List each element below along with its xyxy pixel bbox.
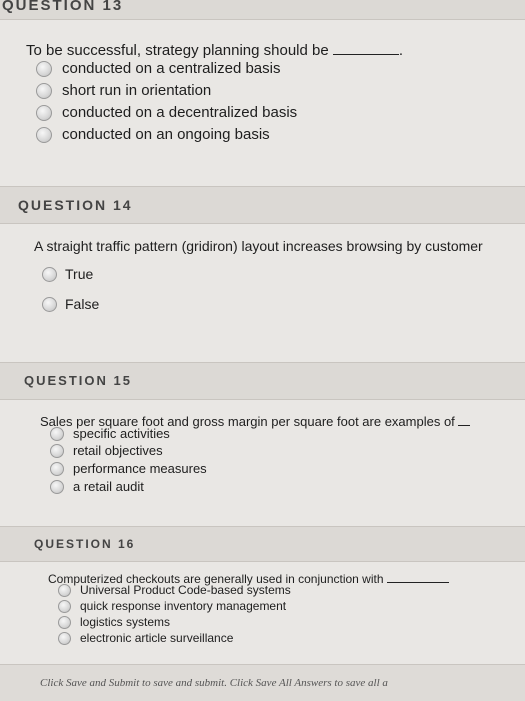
radio-button[interactable]: [42, 296, 57, 312]
radio-button[interactable]: [58, 615, 71, 629]
radio-button[interactable]: [42, 266, 57, 282]
option-q16-c[interactable]: logistics systems: [58, 615, 170, 629]
radio-button[interactable]: [58, 631, 71, 645]
radio-button[interactable]: [50, 443, 64, 458]
option-q13-c[interactable]: conducted on a decentralized basis: [36, 104, 297, 121]
question-title: QUESTION 15: [24, 373, 132, 388]
question-title: QUESTION 16: [34, 537, 136, 551]
question-title: QUESTION 13: [2, 0, 124, 14]
radio-button[interactable]: [58, 583, 71, 597]
answer-blank: [458, 425, 471, 426]
option-q15-c[interactable]: performance measures: [50, 461, 207, 476]
submit-instructions-text: Click Save and Submit to save and submit…: [40, 677, 388, 689]
option-q16-b[interactable]: quick response inventory management: [58, 599, 286, 613]
radio-button[interactable]: [36, 82, 52, 99]
option-q14-false[interactable]: False: [42, 296, 99, 312]
question-header: QUESTION 13: [0, 0, 525, 20]
option-q13-b[interactable]: short run in orientation: [36, 82, 211, 99]
option-q16-a[interactable]: Universal Product Code-based systems: [58, 583, 291, 597]
option-q16-d[interactable]: electronic article surveillance: [58, 631, 233, 645]
question-prompt: A straight traffic pattern (gridiron) la…: [34, 238, 483, 254]
radio-button[interactable]: [50, 461, 64, 476]
question-header: QUESTION 16: [0, 526, 525, 562]
question-header: QUESTION 15: [0, 362, 525, 400]
option-q13-d[interactable]: conducted on an ongoing basis: [36, 126, 270, 143]
radio-button[interactable]: [36, 126, 52, 143]
option-q15-a[interactable]: specific activities: [50, 426, 170, 441]
question-prompt: To be successful, strategy planning shou…: [26, 42, 404, 59]
option-q14-true[interactable]: True: [42, 266, 93, 282]
answer-blank: [332, 54, 399, 55]
option-q15-d[interactable]: a retail audit: [50, 479, 144, 494]
answer-blank: [386, 582, 449, 583]
radio-button[interactable]: [50, 479, 64, 494]
radio-button[interactable]: [36, 104, 52, 121]
radio-button[interactable]: [36, 60, 52, 77]
question-header: QUESTION 14: [0, 186, 525, 224]
option-q13-a[interactable]: conducted on a centralized basis: [36, 60, 280, 77]
question-title: QUESTION 14: [18, 197, 133, 213]
radio-button[interactable]: [50, 426, 64, 441]
submit-instructions-bar: Click Save and Submit to save and submit…: [0, 664, 525, 701]
radio-button[interactable]: [58, 599, 71, 613]
option-q15-b[interactable]: retail objectives: [50, 443, 163, 458]
